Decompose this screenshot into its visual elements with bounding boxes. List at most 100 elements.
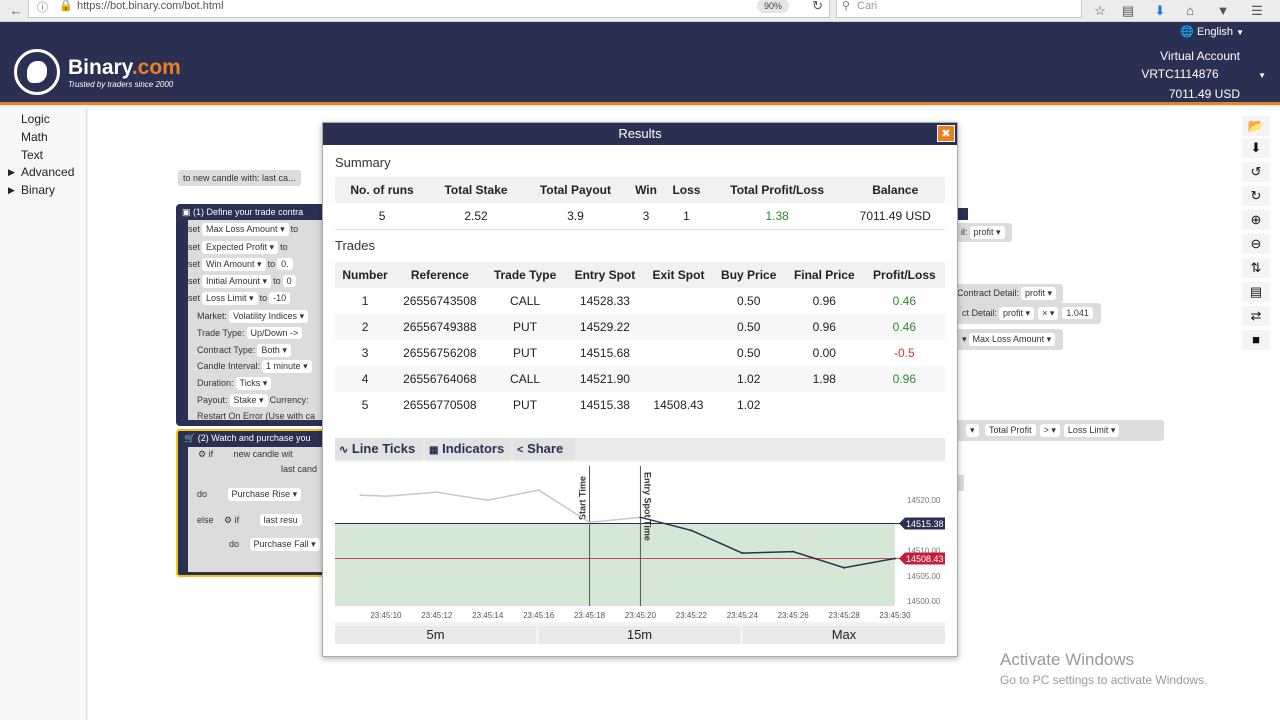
expand-triangle-icon[interactable]: ▶: [8, 185, 15, 196]
trade-chart[interactable]: ∿ Line Ticks ▦ Indicators < Share Start …: [335, 438, 945, 644]
trade-type-dropdown[interactable]: Up/Down ->: [246, 327, 303, 339]
duration-row[interactable]: Duration: Ticks ▾: [197, 377, 273, 390]
summary-icon[interactable]: ▤: [1242, 282, 1270, 302]
set-var-row[interactable]: set Max Loss Amount ▾ to: [188, 223, 298, 236]
set-var-row[interactable]: set Loss Limit ▾ to -10: [188, 292, 292, 305]
info-icon[interactable]: ⓘ: [37, 0, 48, 15]
open-folder-icon[interactable]: 📂: [1242, 116, 1270, 136]
download-icon[interactable]: ⬇: [1242, 138, 1270, 158]
contract-detail-block[interactable]: Contract Detail: profit ▾: [952, 284, 1064, 303]
do-row[interactable]: do Purchase Rise ▾: [197, 488, 303, 501]
account-info[interactable]: Virtual Account VRTC1114876 ▼ 7011.49 US…: [1141, 47, 1266, 103]
url-bar[interactable]: ⓘ 🔒 https://bot.binary.com/bot.html 90% …: [28, 0, 830, 18]
candle-interval-dropdown[interactable]: 1 minute ▾: [262, 360, 312, 373]
multiply-block[interactable]: ct Detail: profit ▾ × ▾ 1.041: [956, 303, 1101, 324]
redo-icon[interactable]: ↻: [1242, 186, 1270, 206]
line-ticks-tab[interactable]: ∿ Line Ticks: [335, 438, 423, 460]
purchase-fall-block[interactable]: Purchase Fall ▾: [249, 538, 320, 551]
contract-type-row[interactable]: Contract Type: Both ▾: [197, 344, 293, 357]
payout-row[interactable]: Payout: Stake ▾ Currency:: [197, 394, 309, 407]
set-var-row[interactable]: set Initial Amount ▾ to 0: [188, 275, 298, 288]
purchase-rise-block[interactable]: Purchase Rise ▾: [227, 488, 302, 501]
range-5m-button[interactable]: 5m: [335, 626, 536, 644]
multiply-operator[interactable]: × ▾: [1038, 307, 1059, 320]
share-tab[interactable]: < Share: [513, 438, 575, 460]
candle-interval-row[interactable]: Candle Interval: 1 minute ▾: [197, 360, 314, 373]
do-fall-row[interactable]: do Purchase Fall ▾: [229, 538, 322, 551]
back-icon[interactable]: ←: [6, 1, 26, 21]
account-dropdown-icon[interactable]: ▼: [1258, 71, 1266, 80]
stop-icon[interactable]: ■: [1242, 330, 1270, 350]
binary-logo-icon[interactable]: [14, 49, 60, 95]
profit-dropdown[interactable]: profit ▾: [999, 307, 1035, 320]
else-row[interactable]: else ⚙ if last resu: [197, 514, 304, 526]
range-15m-button[interactable]: 15m: [539, 626, 740, 644]
home-icon[interactable]: ⌂: [1180, 1, 1200, 21]
undo-icon[interactable]: ↺: [1242, 162, 1270, 182]
profit-dropdown[interactable]: profit ▾: [1021, 287, 1057, 300]
var-dropdown[interactable]: Loss Limit ▾: [202, 292, 258, 305]
last-result-block[interactable]: last resu: [259, 514, 302, 526]
var-value[interactable]: -10: [269, 292, 291, 304]
bookmark-star-icon[interactable]: ☆: [1090, 1, 1110, 21]
indicators-tab[interactable]: ▦ Indicators: [425, 438, 511, 460]
bool-dropdown[interactable]: ▾: [966, 424, 979, 437]
language-selector[interactable]: 🌐 English ▼: [1180, 25, 1244, 38]
multiplier-value[interactable]: 1.041: [1062, 307, 1093, 319]
compare-operator[interactable]: > ▾: [1039, 424, 1060, 437]
restart-on-error-row[interactable]: Restart On Error (Use with ca: [197, 411, 315, 421]
toolbox-category-advanced[interactable]: Advanced: [21, 165, 74, 179]
var-value[interactable]: 0: [282, 275, 296, 287]
toolbox-category-logic[interactable]: Logic: [21, 112, 50, 126]
var-dropdown[interactable]: Win Amount ▾: [202, 258, 266, 271]
search-bar[interactable]: ⚲ Cari: [836, 0, 1082, 18]
var-value[interactable]: 0.: [277, 258, 293, 270]
reading-list-icon[interactable]: ▤: [1118, 1, 1138, 21]
gear-icon[interactable]: ⚙: [224, 515, 232, 525]
var-dropdown[interactable]: Max Loss Amount ▾: [968, 333, 1056, 346]
download-icon[interactable]: ⬇: [1150, 1, 1170, 21]
zoom-level[interactable]: 90%: [756, 0, 789, 13]
contract-type-dropdown[interactable]: Both ▾: [257, 344, 291, 357]
market-row[interactable]: Market: Volatility Indices ▾: [197, 310, 310, 323]
var-dropdown[interactable]: Max Loss Amount ▾: [202, 223, 289, 236]
menu-icon[interactable]: ☰: [1247, 1, 1267, 21]
brand-name[interactable]: Binary.com: [68, 56, 181, 80]
set-var-row[interactable]: set Expected Profit ▾ to: [188, 241, 288, 254]
total-profit-block[interactable]: Total Profit: [985, 424, 1036, 436]
compare-block[interactable]: ▾ Total Profit > ▾ Loss Limit ▾: [956, 420, 1164, 441]
contract-detail-block[interactable]: il: profit ▾: [956, 223, 1012, 242]
if-row[interactable]: ⚙ if new candle wit: [198, 449, 293, 460]
account-id-row[interactable]: VRTC1114876 ▼: [1141, 65, 1266, 85]
toolbox-category-binary[interactable]: Binary: [21, 183, 55, 197]
max-loss-var-block[interactable]: ▾ Max Loss Amount ▾: [956, 329, 1064, 350]
var-dropdown[interactable]: Expected Profit ▾: [202, 241, 279, 254]
zoom-in-icon[interactable]: ⊕: [1242, 210, 1270, 230]
sort-icon[interactable]: ⇅: [1242, 258, 1270, 278]
gear-icon[interactable]: ⚙: [198, 449, 206, 459]
toolbox-category-math[interactable]: Math: [21, 130, 48, 144]
var-dropdown[interactable]: Initial Amount ▾: [202, 275, 272, 288]
close-icon[interactable]: ✖: [937, 125, 955, 142]
table-cell: 0.50: [737, 294, 761, 308]
toolbox-category-text[interactable]: Text: [21, 148, 43, 162]
trade-type-row[interactable]: Trade Type: Up/Down ->: [197, 327, 304, 339]
chart-plot[interactable]: Start TimeEntry Spot Time14520.0014515.0…: [335, 462, 945, 622]
new-candle-function-block[interactable]: to new candle with: last ca...: [178, 170, 301, 186]
duration-value: Ticks: [239, 378, 261, 388]
expand-triangle-icon[interactable]: ▶: [8, 167, 15, 178]
results-title[interactable]: Results: [323, 123, 957, 145]
reset-icon[interactable]: ⇄: [1242, 306, 1270, 326]
market-dropdown[interactable]: Volatility Indices ▾: [229, 310, 309, 323]
set-var-row[interactable]: set Win Amount ▾ to 0.: [188, 258, 295, 271]
results-dialog[interactable]: Results ✖ Summary No. of runs Total Stak…: [322, 122, 958, 657]
payout-dropdown[interactable]: Stake ▾: [229, 394, 268, 407]
pocket-icon[interactable]: ▼: [1213, 1, 1233, 21]
url-text[interactable]: https://bot.binary.com/bot.html: [77, 0, 224, 12]
reload-icon[interactable]: ↻: [812, 0, 823, 14]
loss-limit-var[interactable]: Loss Limit ▾: [1063, 424, 1120, 437]
duration-dropdown[interactable]: Ticks ▾: [235, 377, 272, 390]
zoom-out-icon[interactable]: ⊖: [1242, 234, 1270, 254]
profit-dropdown[interactable]: profit ▾: [969, 226, 1005, 239]
range-max-button[interactable]: Max: [743, 626, 945, 644]
